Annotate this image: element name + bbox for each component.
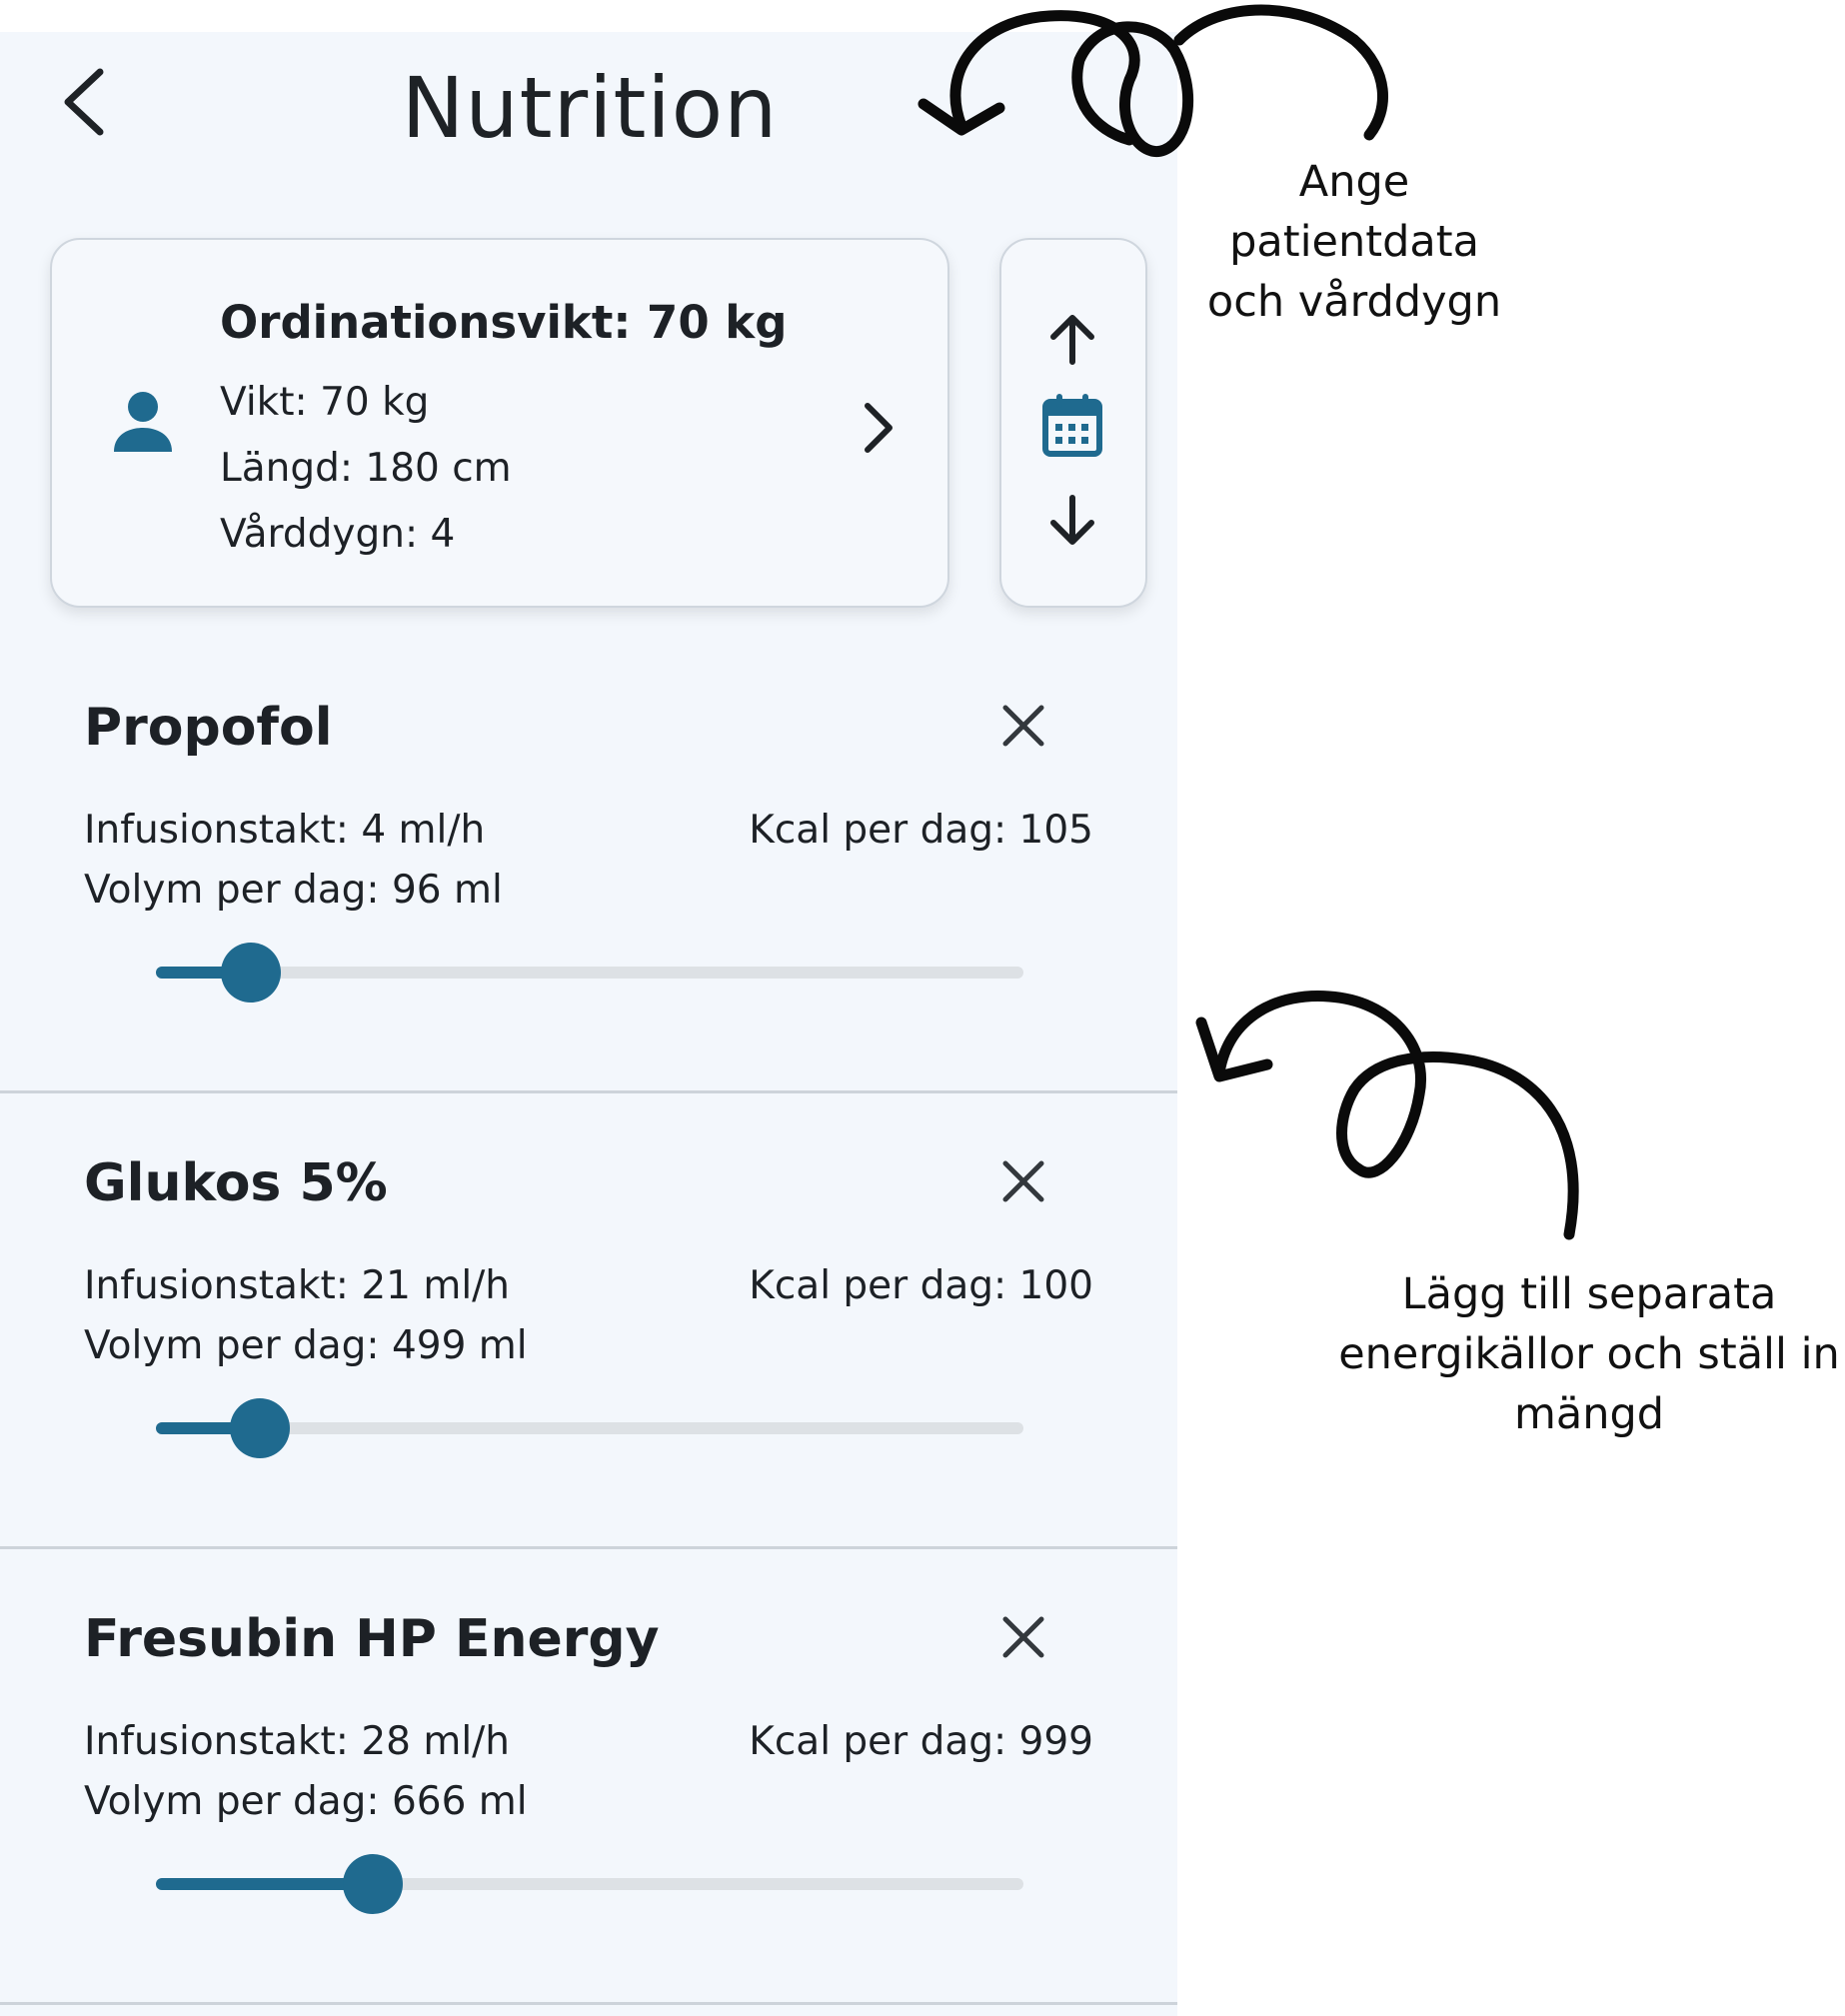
chevron-left-icon[interactable] xyxy=(58,66,114,138)
slider-thumb[interactable] xyxy=(221,943,282,1003)
person-icon xyxy=(114,392,172,452)
annotation-line: patientdata xyxy=(1229,217,1479,267)
annotation-patient-data: Ange patientdata och vårddygn xyxy=(1174,152,1534,332)
calendar-icon[interactable] xyxy=(1041,392,1103,458)
kcal-per-day: Kcal per dag: 105 xyxy=(749,808,1093,853)
prescription-weight: Ordinationsvikt: 70 kg xyxy=(220,296,788,349)
divider xyxy=(0,2002,1177,2005)
energy-source-name: Fresubin HP Energy xyxy=(84,1609,660,1669)
patient-weight: Vikt: 70 kg xyxy=(220,380,430,425)
infusion-rate: Infusionstakt: 28 ml/h xyxy=(84,1719,511,1764)
annotation-energy-sources: Lägg till separata energikällor och stäl… xyxy=(1319,1264,1845,1444)
kcal-per-day: Kcal per dag: 999 xyxy=(749,1719,1093,1764)
energy-source-item: Propofol Infusionstakt: 4 ml/h Volym per… xyxy=(0,638,1177,1093)
slider-thumb[interactable] xyxy=(343,1854,403,1914)
volume-per-day: Volym per dag: 96 ml xyxy=(84,868,503,913)
arrow-up-icon[interactable] xyxy=(1041,308,1103,370)
energy-source-name: Propofol xyxy=(84,698,333,758)
energy-source-item: Glukos 5% Infusionstakt: 21 ml/h Volym p… xyxy=(0,1093,1177,1549)
volume-per-day: Volym per dag: 499 ml xyxy=(84,1323,528,1368)
close-icon[interactable] xyxy=(999,1613,1047,1661)
infusion-slider[interactable] xyxy=(156,942,1023,1003)
slider-track xyxy=(156,967,1023,979)
curly-arrow-bottom xyxy=(1195,991,1579,1240)
energy-source-name: Glukos 5% xyxy=(84,1153,388,1213)
annotation-line: energikällor och ställ in xyxy=(1338,1329,1840,1379)
infusion-slider[interactable] xyxy=(156,1397,1023,1458)
energy-source-item: Fresubin HP Energy Infusionstakt: 28 ml/… xyxy=(0,1549,1177,2005)
annotation-line: Lägg till separata xyxy=(1401,1269,1777,1319)
annotation-line: Ange xyxy=(1298,157,1410,207)
annotation-line: och vårddygn xyxy=(1206,277,1502,327)
chevron-right-icon xyxy=(865,403,893,453)
care-day: Vårddygn: 4 xyxy=(220,512,456,557)
slider-thumb[interactable] xyxy=(230,1398,291,1458)
patient-height: Längd: 180 cm xyxy=(220,446,512,491)
infusion-rate: Infusionstakt: 4 ml/h xyxy=(84,808,486,853)
volume-per-day: Volym per dag: 666 ml xyxy=(84,1779,528,1824)
annotation-line: mängd xyxy=(1513,1389,1665,1439)
close-icon[interactable] xyxy=(999,1157,1047,1205)
page-title: Nutrition xyxy=(401,59,779,157)
close-icon[interactable] xyxy=(999,702,1047,750)
arrow-down-icon[interactable] xyxy=(1041,490,1103,552)
infusion-rate: Infusionstakt: 21 ml/h xyxy=(84,1263,511,1308)
patient-info-card[interactable]: Ordinationsvikt: 70 kg Vikt: 70 kg Längd… xyxy=(50,238,949,608)
slider-fill xyxy=(156,1878,373,1890)
kcal-per-day: Kcal per dag: 100 xyxy=(749,1263,1093,1308)
app-screen: Nutrition Ordinationsvikt: 70 kg Vikt: 7… xyxy=(0,32,1177,2016)
infusion-slider[interactable] xyxy=(156,1853,1023,1914)
care-day-navigator xyxy=(999,238,1147,608)
